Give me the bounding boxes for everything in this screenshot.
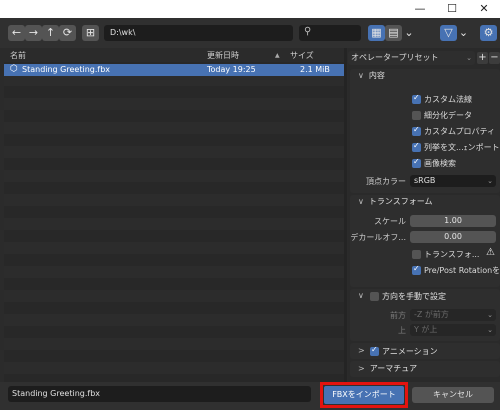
transform-section-title: トランスフォーム (368, 197, 433, 206)
decal-offset-field[interactable]: 0.00 (410, 231, 496, 243)
armature-section-header[interactable]: > アーマチュア (358, 362, 417, 376)
transform-section: ∨ トランスフォーム スケール 1.00 デカールオフ... 0.00 トランスフ… (350, 195, 500, 287)
search-icon: ⚲ (304, 26, 312, 37)
orientation-section-header[interactable]: ∨ (358, 289, 369, 303)
file-list-rows (4, 62, 345, 382)
window-titlebar: — ☐ ✕ (0, 0, 500, 18)
chevron-down-icon: ∨ (358, 291, 364, 300)
new-folder-icon[interactable]: ⊞ (82, 25, 99, 41)
gear-icon[interactable]: ⚙ (480, 25, 497, 41)
armature-section: > アーマチュア (350, 361, 500, 377)
remove-preset-button[interactable]: − (489, 52, 500, 64)
vertex-color-dropdown[interactable]: sRGB ⌄ (410, 175, 496, 187)
include-section-header[interactable]: ∨ 内容 (358, 69, 385, 83)
animation-section: > アニメーション (350, 343, 500, 359)
animation-label: アニメーション (382, 347, 438, 356)
animation-checkbox[interactable] (370, 345, 379, 356)
minimize-button[interactable]: — (406, 0, 434, 18)
apply-transform-label: トランスフォ... (424, 250, 480, 259)
warning-icon: ⚠ (486, 247, 495, 258)
subdivision-data-checkbox[interactable] (412, 111, 421, 120)
chevron-down-icon: ⌄ (466, 54, 472, 62)
file-size: 2.1 MiB (300, 65, 330, 74)
sort-arrow-icon: ▲ (275, 52, 280, 59)
directory-path-input[interactable]: D:\wk\ (104, 25, 293, 41)
image-search-checkbox[interactable] (412, 157, 421, 168)
sort-dropdown-icon[interactable]: ⌄ (402, 25, 416, 41)
image-search-label: 画像検索 (424, 159, 456, 168)
file-list-scrollbar[interactable] (344, 48, 347, 382)
column-date[interactable]: 更新日時 (207, 50, 239, 61)
scale-label: スケール (374, 217, 406, 226)
enums-as-strings-checkbox[interactable] (412, 141, 421, 152)
vertex-color-label: 頂点カラー (366, 177, 406, 186)
file-browser-header: ← → ↑ ⟳ ⊞ D:\wk\ ⚲ ▦ ▤ ⌄ ▽ ⌄ ⚙ (0, 18, 500, 48)
forward-axis-label: 前方 (390, 311, 406, 320)
armature-section-title: アーマチュア (369, 364, 418, 373)
up-axis-label: 上 (398, 326, 406, 335)
chevron-down-icon: ∨ (358, 197, 364, 206)
manual-orientation-checkbox[interactable] (370, 292, 379, 301)
subdivision-data-label: 細分化データ (424, 111, 472, 120)
include-section-title: 内容 (368, 71, 385, 80)
file-icon: ⬡ (10, 64, 18, 74)
pre-post-rotation-checkbox[interactable] (412, 264, 421, 275)
chevron-right-icon: > (358, 346, 365, 355)
close-button[interactable]: ✕ (470, 0, 498, 18)
manual-orientation-label: 方向を手動で設定 (382, 292, 446, 301)
include-section: ∨ 内容 カスタム法線 細分化データ カスタムプロパティ 列挙を文...ｪンポート… (350, 69, 500, 193)
custom-normals-label: カスタム法線 (424, 95, 472, 104)
up-axis-value: Y が上 (414, 325, 438, 334)
pre-post-rotation-label: Pre/Post Rotationを... (424, 266, 500, 275)
forward-axis-value: -Z が前方 (414, 310, 449, 319)
file-row[interactable]: ⬡ Standing Greeting.fbx Today 19:25 2.1 … (4, 64, 345, 76)
file-list: 名前 更新日時 ▲ サイズ ⬡ Standing Greeting.fbx To… (4, 48, 345, 382)
enums-as-strings-label: 列挙を文...ｪンポート (424, 143, 500, 152)
search-input[interactable]: ⚲ (299, 25, 361, 41)
column-name[interactable]: 名前 (10, 50, 26, 61)
apply-transform-checkbox[interactable] (412, 250, 421, 259)
orientation-section: ∨ 方向を手動で設定 前方 -Z が前方 ⌄ 上 Y が上 ⌄ (350, 289, 500, 341)
cancel-button[interactable]: キャンセル (412, 387, 494, 403)
filename-input[interactable]: Standing Greeting.fbx (8, 386, 311, 402)
import-button-highlight: FBXをインポート (320, 382, 408, 408)
file-list-header: 名前 更新日時 ▲ サイズ (4, 48, 345, 62)
refresh-icon[interactable]: ⟳ (59, 25, 76, 41)
custom-properties-checkbox[interactable] (412, 125, 421, 136)
forward-axis-dropdown[interactable]: -Z が前方 ⌄ (410, 309, 496, 321)
chevron-right-icon: > (358, 364, 365, 373)
custom-properties-label: カスタムプロパティ (424, 127, 496, 136)
operator-preset-dropdown[interactable]: オペレータープリセット ⌄ (348, 51, 475, 65)
display-mode-list-icon[interactable]: ▦ (368, 25, 385, 41)
file-name: Standing Greeting.fbx (22, 65, 111, 74)
add-preset-button[interactable]: + (477, 52, 488, 64)
operator-preset-label: オペレータープリセット (351, 53, 439, 62)
up-axis-dropdown[interactable]: Y が上 ⌄ (410, 324, 496, 336)
custom-normals-checkbox[interactable] (412, 93, 421, 104)
animation-section-header[interactable]: > (358, 344, 370, 358)
maximize-button[interactable]: ☐ (438, 0, 466, 18)
decal-offset-label: デカールオフ... (350, 233, 406, 242)
bottom-bar: Standing Greeting.fbx FBXをインポート キャンセル (0, 382, 500, 410)
filter-icon[interactable]: ▽ (440, 25, 457, 41)
back-icon[interactable]: ← (8, 25, 25, 41)
forward-icon[interactable]: → (25, 25, 42, 41)
vertex-color-value: sRGB (414, 176, 436, 185)
import-options-panel: オペレータープリセット ⌄ + − ∨ 内容 カスタム法線 細分化データ カスタム… (348, 48, 500, 382)
chevron-down-icon: ⌄ (487, 326, 493, 334)
scale-field[interactable]: 1.00 (410, 215, 496, 227)
chevron-down-icon: ∨ (358, 71, 364, 80)
parent-directory-icon[interactable]: ↑ (42, 25, 59, 41)
filter-dropdown-icon[interactable]: ⌄ (457, 25, 470, 41)
chevron-down-icon: ⌄ (487, 311, 493, 319)
chevron-down-icon: ⌄ (487, 177, 493, 185)
display-mode-thumbnail-icon[interactable]: ▤ (385, 25, 402, 41)
column-size[interactable]: サイズ (290, 50, 314, 61)
file-date: Today 19:25 (207, 65, 256, 74)
import-fbx-button[interactable]: FBXをインポート (324, 386, 404, 404)
transform-section-header[interactable]: ∨ トランスフォーム (358, 195, 432, 209)
